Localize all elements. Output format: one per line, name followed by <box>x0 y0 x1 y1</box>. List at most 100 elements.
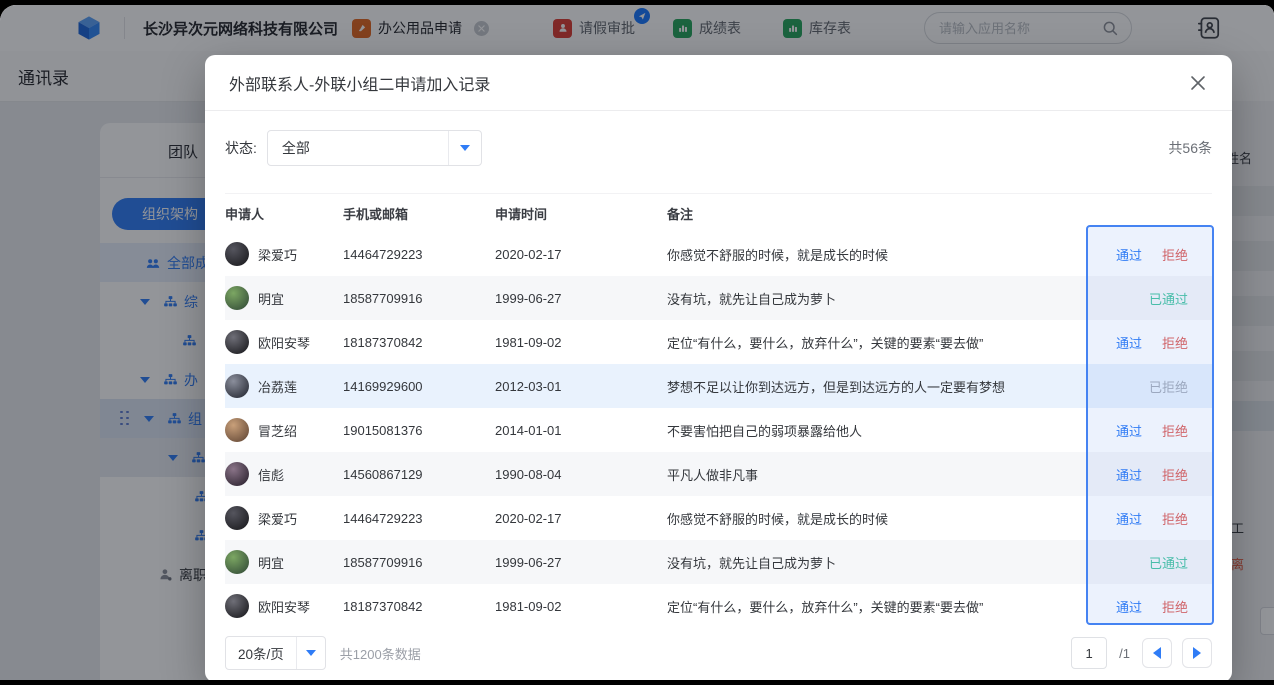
table-row: 明宜 185877099161999-06-27没有坑，就先让自己成为萝卜 已通过 <box>225 276 1212 320</box>
chevron-down-icon[interactable] <box>448 131 481 165</box>
status-badge: 已通过 <box>1149 289 1188 308</box>
status-select-value: 全部 <box>268 138 448 158</box>
col-applicant: 申请人 <box>225 204 343 223</box>
table-row: 冒芝绍190150813762014-01-01不要害怕把自己的弱项暴露给他人通… <box>225 408 1212 452</box>
applicant-phone: 14464729223 <box>343 247 495 262</box>
avatar <box>225 594 249 618</box>
approve-link[interactable]: 通过 <box>1116 465 1142 484</box>
approve-link[interactable]: 通过 <box>1116 245 1142 264</box>
screen: 长沙异次元网络科技有限公司 办公用品申请请假审批成绩表库存表 <box>0 0 1274 685</box>
reject-link[interactable]: 拒绝 <box>1162 597 1188 616</box>
apply-date: 2020-02-17 <box>495 511 667 526</box>
row-actions: 已通过 <box>1086 553 1212 572</box>
table-row: 信彪 145608671291990-08-04平凡人做非凡事 通过 拒绝 <box>225 452 1212 496</box>
reject-link[interactable]: 拒绝 <box>1162 245 1188 264</box>
applicant-name: 梁爱巧 <box>258 509 297 528</box>
page-total-label: /1 <box>1119 646 1130 661</box>
applicant-name: 梁爱巧 <box>258 245 297 264</box>
applicant-name: 冶荔莲 <box>258 377 297 396</box>
note-text: 你感觉不舒服的时候，就是成长的时候 <box>667 509 1086 528</box>
row-actions: 已通过 <box>1086 289 1212 308</box>
apply-date: 2020-02-17 <box>495 247 667 262</box>
applicant-phone: 19015081376 <box>343 423 495 438</box>
reject-link[interactable]: 拒绝 <box>1162 421 1188 440</box>
row-actions: 通过 拒绝 <box>1086 465 1212 484</box>
page-number-input[interactable]: 1 <box>1071 637 1107 669</box>
page-size-value: 20条/页 <box>226 643 296 663</box>
status-badge: 已通过 <box>1149 553 1188 572</box>
modal-body: 状态: 全部 共56条 申请人 手机或邮箱 申请时间 备注 梁 <box>205 131 1232 628</box>
applicant-phone: 14560867129 <box>343 467 495 482</box>
records-total: 共56条 <box>1168 138 1212 158</box>
table-header: 申请人 手机或邮箱 申请时间 备注 <box>225 193 1212 232</box>
note-text: 你感觉不舒服的时候，就是成长的时候 <box>667 245 1086 264</box>
row-actions: 通过 拒绝 <box>1086 245 1212 264</box>
table-row: 冶荔莲141699296002012-03-01梦想不足以让你到达远方，但是到达… <box>225 364 1212 408</box>
apply-date: 1999-06-27 <box>495 291 667 306</box>
applicant-phone: 18587709916 <box>343 291 495 306</box>
avatar <box>225 506 249 530</box>
approve-link[interactable]: 通过 <box>1116 597 1142 616</box>
table-rows: 梁爱巧144647292232020-02-17你感觉不舒服的时候，就是成长的时… <box>225 232 1212 628</box>
chevron-down-icon[interactable] <box>296 637 325 669</box>
join-records-modal: 外部联系人-外联小组二申请加入记录 状态: 全部 共56条 <box>205 55 1232 680</box>
table-row: 欧阳安琴 181873708421981-09-02定位“有什么，要什么，放弃什么… <box>225 584 1212 628</box>
apply-date: 1999-06-27 <box>495 555 667 570</box>
page-size-select[interactable]: 20条/页 <box>225 636 326 670</box>
close-icon[interactable] <box>1188 73 1208 93</box>
avatar <box>225 550 249 574</box>
apply-date: 1990-08-04 <box>495 467 667 482</box>
reject-link[interactable]: 拒绝 <box>1162 465 1188 484</box>
note-text: 没有坑，就先让自己成为萝卜 <box>667 289 1086 308</box>
note-text: 不要害怕把自己的弱项暴露给他人 <box>667 421 1086 440</box>
col-phone-email: 手机或邮箱 <box>343 204 495 223</box>
row-actions: 通过 拒绝 <box>1086 333 1212 352</box>
note-text: 平凡人做非凡事 <box>667 465 1086 484</box>
data-total: 共1200条数据 <box>340 644 421 663</box>
row-actions: 通过 拒绝 <box>1086 421 1212 440</box>
applicant-phone: 18187370842 <box>343 599 495 614</box>
reject-link[interactable]: 拒绝 <box>1162 333 1188 352</box>
applicant-name: 明宜 <box>258 289 284 308</box>
table-row: 梁爱巧 144647292232020-02-17你感觉不舒服的时候，就是成长的时… <box>225 232 1212 276</box>
applications-table: 申请人 手机或邮箱 申请时间 备注 梁爱巧144647292232020-02-… <box>225 193 1212 628</box>
col-apply-time: 申请时间 <box>495 204 667 223</box>
row-actions: 已拒绝 <box>1086 377 1212 396</box>
approve-link[interactable]: 通过 <box>1116 421 1142 440</box>
approve-link[interactable]: 通过 <box>1116 509 1142 528</box>
applicant-phone: 18187370842 <box>343 335 495 350</box>
approve-link[interactable]: 通过 <box>1116 333 1142 352</box>
table-row: 明宜 185877099161999-06-27没有坑，就先让自己成为萝卜 已通过 <box>225 540 1212 584</box>
modal-title: 外部联系人-外联小组二申请加入记录 <box>229 71 490 95</box>
prev-page-button[interactable] <box>1142 638 1172 668</box>
applicant-name: 欧阳安琴 <box>258 597 310 616</box>
modal-footer: 20条/页 共1200条数据 1 /1 <box>225 636 1212 670</box>
applicant-name: 信彪 <box>258 465 284 484</box>
note-text: 没有坑，就先让自己成为萝卜 <box>667 553 1086 572</box>
apply-date: 2012-03-01 <box>495 379 667 394</box>
table-row: 欧阳安琴181873708421981-09-02定位“有什么，要什么，放弃什么… <box>225 320 1212 364</box>
applicant-phone: 14169929600 <box>343 379 495 394</box>
avatar <box>225 242 249 266</box>
avatar <box>225 374 249 398</box>
note-text: 定位“有什么，要什么，放弃什么”，关键的要素“要去做” <box>667 333 1086 352</box>
reject-link[interactable]: 拒绝 <box>1162 509 1188 528</box>
status-select[interactable]: 全部 <box>267 130 482 166</box>
apply-date: 1981-09-02 <box>495 335 667 350</box>
applicant-phone: 14464729223 <box>343 511 495 526</box>
applicant-phone: 18587709916 <box>343 555 495 570</box>
avatar <box>225 462 249 486</box>
status-badge: 已拒绝 <box>1149 377 1188 396</box>
divider <box>205 110 1232 111</box>
applicant-name: 明宜 <box>258 553 284 572</box>
note-text: 定位“有什么，要什么，放弃什么”，关键的要素“要去做” <box>667 597 1086 616</box>
row-actions: 通过 拒绝 <box>1086 597 1212 616</box>
modal-header: 外部联系人-外联小组二申请加入记录 <box>205 55 1232 110</box>
next-page-button[interactable] <box>1182 638 1212 668</box>
col-note: 备注 <box>667 204 1086 223</box>
avatar <box>225 418 249 442</box>
apply-date: 1981-09-02 <box>495 599 667 614</box>
apply-date: 2014-01-01 <box>495 423 667 438</box>
table-row: 梁爱巧 144647292232020-02-17你感觉不舒服的时候，就是成长的时… <box>225 496 1212 540</box>
avatar <box>225 286 249 310</box>
